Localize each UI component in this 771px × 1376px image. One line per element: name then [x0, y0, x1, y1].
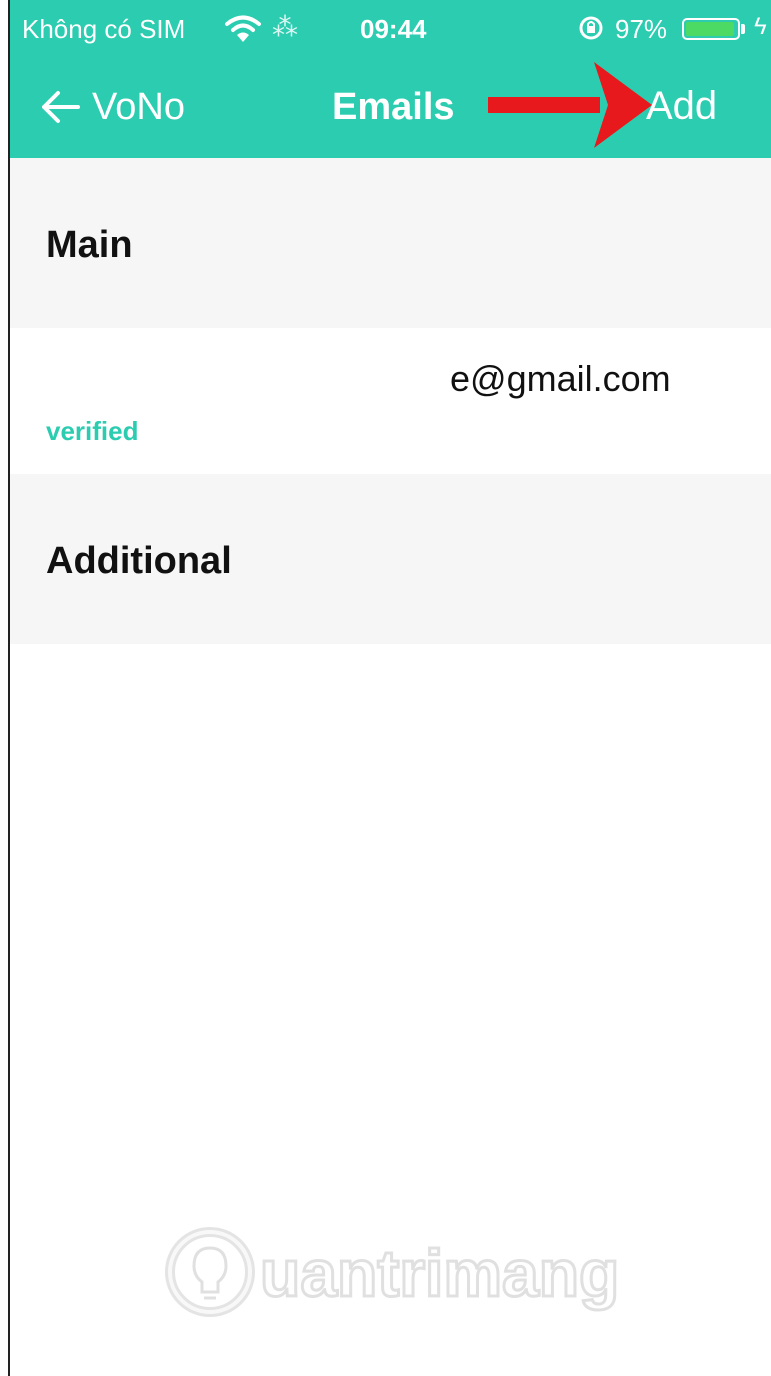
emails-screen: Không có SIM ⁂ 09:44 97% ϟ VoNo Emails A…	[10, 0, 771, 1376]
clock: 09:44	[360, 14, 427, 44]
battery-tip	[741, 24, 745, 34]
back-button[interactable]: VoNo	[40, 82, 185, 132]
email-list-item[interactable]: e@gmail.com verified	[10, 328, 771, 474]
battery-percent: 97%	[615, 14, 668, 44]
add-button[interactable]: Add	[646, 84, 717, 129]
verified-badge: verified	[46, 416, 139, 446]
battery-level	[686, 22, 735, 36]
charging-icon: ϟ	[754, 13, 767, 40]
back-arrow-icon	[42, 91, 80, 123]
section-header-main: Main	[10, 158, 771, 328]
quantrimang-watermark: uantrimang	[165, 1227, 621, 1317]
page-title: Emails	[332, 86, 455, 128]
section-header-additional: Additional	[10, 474, 771, 644]
email-address: e@gmail.com	[450, 358, 671, 399]
status-bar: Không có SIM ⁂ 09:44 97% ϟ	[10, 0, 771, 62]
battery-icon	[682, 18, 740, 40]
annotation-arrow	[488, 62, 652, 148]
header: Không có SIM ⁂ 09:44 97% ϟ VoNo Emails A…	[10, 0, 771, 158]
back-label: VoNo	[92, 85, 185, 128]
section-title-main: Main	[46, 224, 133, 266]
loading-icon: ⁂	[272, 12, 298, 42]
svg-text:uantrimang: uantrimang	[260, 1236, 619, 1310]
section-title-additional: Additional	[46, 540, 232, 582]
screenshot-border	[0, 0, 10, 1376]
carrier-label: Không có SIM	[22, 14, 186, 44]
navigation-bar: VoNo Emails Add	[10, 62, 771, 158]
rotation-lock-icon	[579, 16, 603, 40]
wifi-icon	[225, 15, 261, 42]
